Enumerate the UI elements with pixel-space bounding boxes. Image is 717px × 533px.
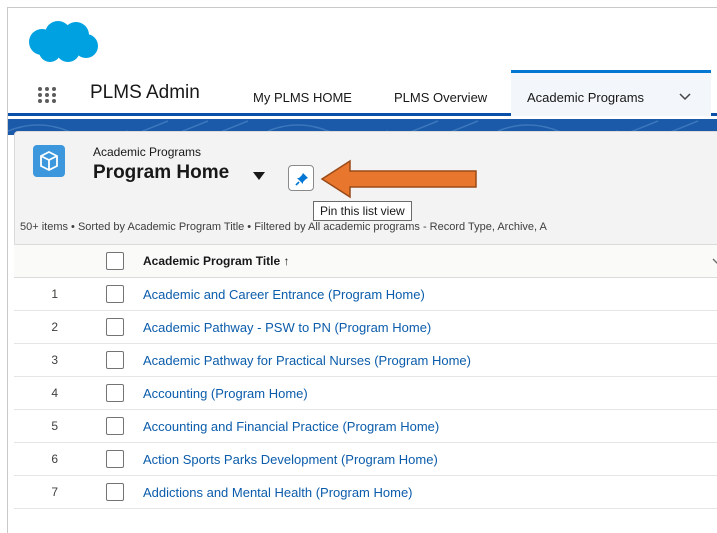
row-number: 2 (51, 320, 58, 334)
table-row: 7 Addictions and Mental Health (Program … (14, 476, 717, 509)
row-number: 7 (51, 485, 58, 499)
program-link[interactable]: Academic Pathway for Practical Nurses (P… (143, 353, 471, 368)
caret-down-icon[interactable] (253, 172, 265, 180)
pin-icon (295, 173, 308, 186)
column-header-title[interactable]: Academic Program Title ↑ (143, 254, 290, 268)
column-menu-chevron-icon[interactable] (712, 257, 717, 265)
nav-item-label: Academic Programs (527, 90, 645, 105)
nav-item-my-plms-home[interactable]: My PLMS HOME (253, 90, 352, 105)
program-link[interactable]: Academic and Career Entrance (Program Ho… (143, 287, 425, 302)
row-checkbox[interactable] (106, 318, 124, 336)
chevron-down-icon[interactable] (679, 92, 691, 102)
app-navigation-bar: PLMS Admin My PLMS HOME PLMS Overview Ac… (8, 70, 717, 116)
academic-program-object-icon (33, 145, 65, 177)
select-all-checkbox[interactable] (106, 252, 124, 270)
table-header: Academic Program Title ↑ (14, 244, 717, 278)
row-checkbox[interactable] (106, 450, 124, 468)
app-launcher-icon[interactable] (38, 87, 56, 103)
program-link[interactable]: Accounting (Program Home) (143, 386, 308, 401)
row-number: 6 (51, 452, 58, 466)
program-link[interactable]: Academic Pathway - PSW to PN (Program Ho… (143, 320, 431, 335)
nav-item-academic-programs[interactable]: Academic Programs (511, 70, 711, 116)
pin-list-view-button[interactable] (288, 165, 314, 191)
program-link[interactable]: Action Sports Parks Development (Program… (143, 452, 438, 467)
row-checkbox[interactable] (106, 285, 124, 303)
program-link[interactable]: Addictions and Mental Health (Program Ho… (143, 485, 413, 500)
table-row: 2 Academic Pathway - PSW to PN (Program … (14, 311, 717, 344)
table-row: 5 Accounting and Financial Practice (Pro… (14, 410, 717, 443)
app-window: PLMS Admin My PLMS HOME PLMS Overview Ac… (7, 7, 717, 533)
row-checkbox[interactable] (106, 384, 124, 402)
pin-tooltip: Pin this list view (313, 201, 412, 221)
global-header (8, 8, 717, 70)
row-checkbox[interactable] (106, 483, 124, 501)
row-checkbox[interactable] (106, 417, 124, 435)
table-row: 1 Academic and Career Entrance (Program … (14, 278, 717, 311)
app-name: PLMS Admin (90, 82, 200, 103)
row-number: 4 (51, 386, 58, 400)
table-row: 6 Action Sports Parks Development (Progr… (14, 443, 717, 476)
row-number: 3 (51, 353, 58, 367)
list-view-meta: 50+ items • Sorted by Academic Program T… (20, 221, 547, 233)
cube-icon (40, 151, 58, 171)
nav-item-plms-overview[interactable]: PLMS Overview (394, 90, 487, 105)
row-number: 5 (51, 419, 58, 433)
list-view-title[interactable]: Program Home (93, 162, 229, 184)
program-link[interactable]: Accounting and Financial Practice (Progr… (143, 419, 439, 434)
table-row: 3 Academic Pathway for Practical Nurses … (14, 344, 717, 377)
row-number: 1 (51, 287, 58, 301)
row-checkbox[interactable] (106, 351, 124, 369)
annotation-arrow-icon (320, 159, 477, 199)
salesforce-cloud-logo[interactable] (26, 20, 100, 64)
table-row: 4 Accounting (Program Home) (14, 377, 717, 410)
object-label: Academic Programs (93, 145, 202, 159)
